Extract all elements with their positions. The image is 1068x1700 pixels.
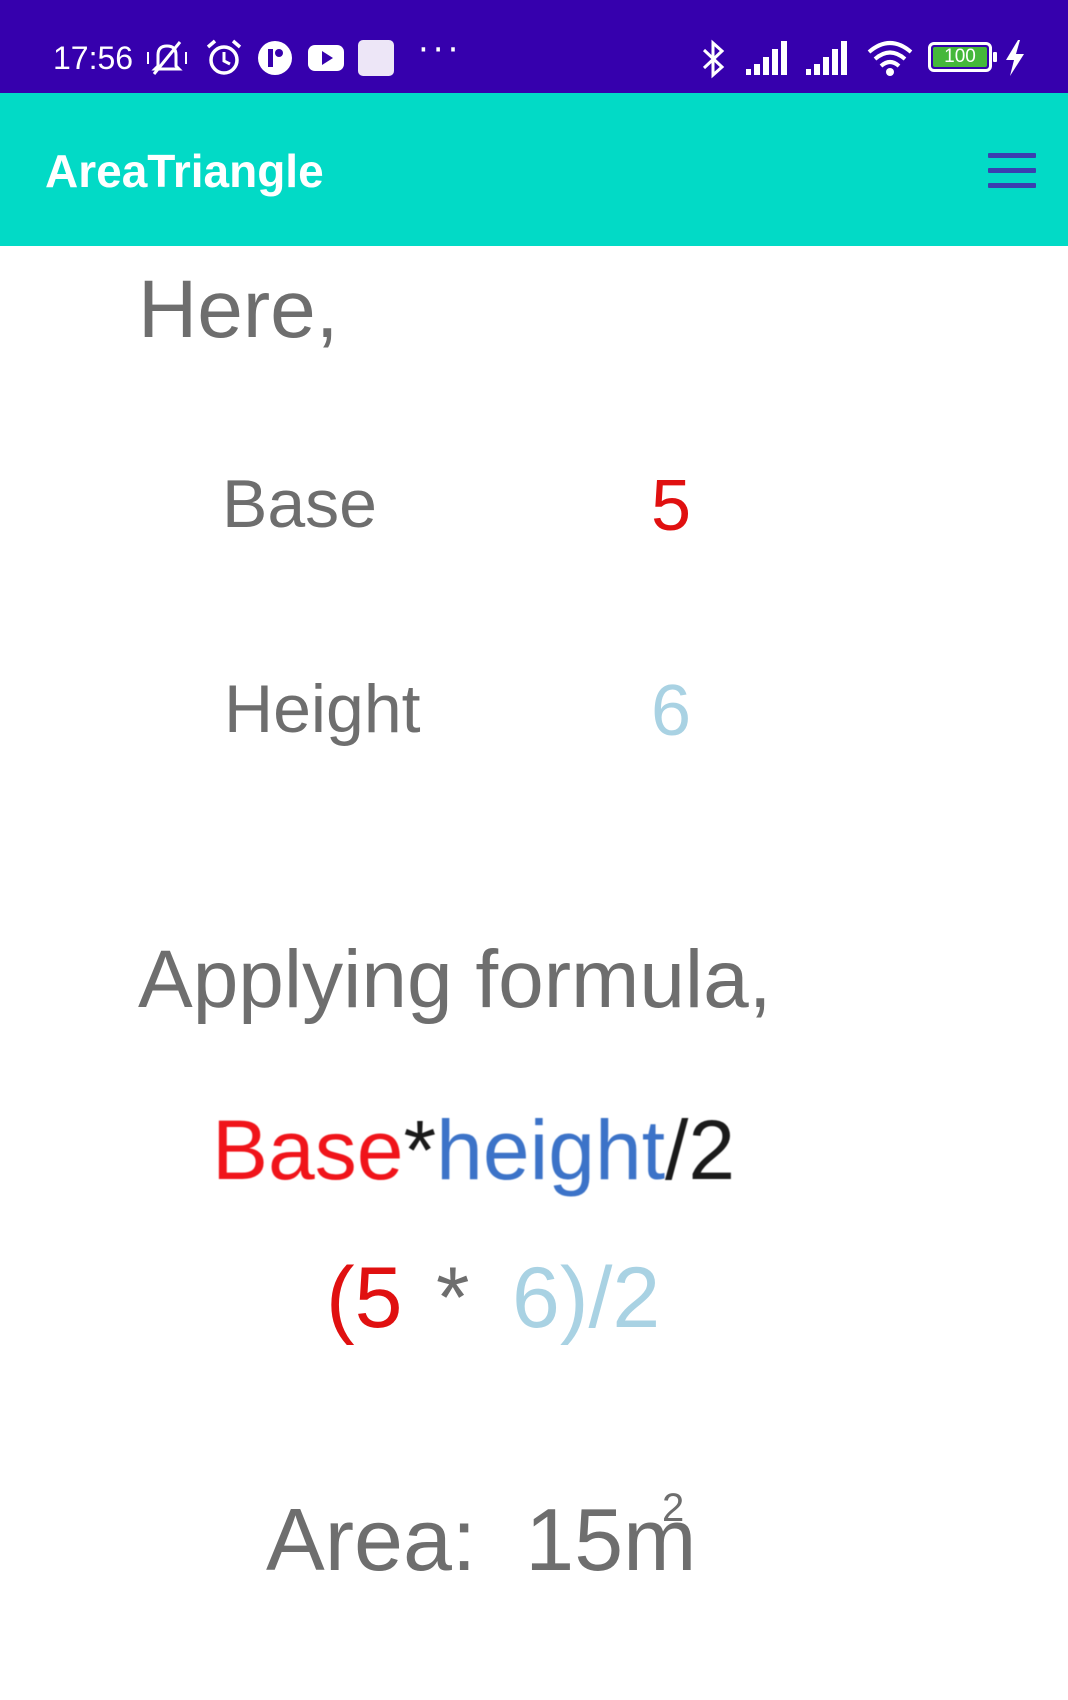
area-result: Area: 15m bbox=[266, 1490, 696, 1590]
battery-level: 100 bbox=[944, 46, 976, 67]
status-time: 17:56 bbox=[53, 40, 134, 76]
wifi-icon bbox=[867, 41, 913, 76]
bluetooth-icon bbox=[702, 39, 725, 79]
height-label: Height bbox=[224, 671, 421, 747]
area-unit-power: 2 bbox=[662, 1486, 685, 1530]
base-label: Base bbox=[222, 466, 377, 542]
battery-icon: 100 bbox=[928, 42, 997, 72]
status-bar: 17:56 ··· 100 bbox=[0, 0, 1068, 93]
youtube-icon bbox=[308, 45, 344, 71]
formula-image: Base*height/2 bbox=[212, 1100, 735, 1200]
app-notification-icon bbox=[258, 41, 292, 75]
signal-2-icon bbox=[806, 41, 847, 75]
formula-height: height bbox=[436, 1103, 666, 1197]
height-value: 6 bbox=[651, 671, 692, 751]
screen: 17:56 ··· 100 AreaTriangle Here, Base 5 … bbox=[0, 0, 1068, 1700]
calc-right: 6)/2 bbox=[512, 1250, 661, 1346]
formula-divide: /2 bbox=[665, 1103, 736, 1197]
base-value: 5 bbox=[651, 466, 692, 546]
alarm-icon bbox=[206, 39, 242, 75]
formula-times: * bbox=[403, 1103, 437, 1197]
intro-text: Here, bbox=[138, 264, 339, 355]
area-label: Area: bbox=[266, 1490, 477, 1589]
charging-icon bbox=[1006, 40, 1024, 76]
app-bar: AreaTriangle bbox=[0, 93, 1068, 246]
calc-operator: * bbox=[436, 1250, 470, 1346]
hamburger-menu-icon[interactable] bbox=[984, 151, 1040, 191]
formula-base: Base bbox=[212, 1103, 404, 1197]
signal-1-icon bbox=[746, 41, 787, 75]
more-notifications-icon: ··· bbox=[418, 30, 463, 70]
square-notification-icon bbox=[358, 40, 394, 76]
app-title: AreaTriangle bbox=[45, 145, 324, 197]
applying-formula-heading: Applying formula, bbox=[138, 934, 772, 1025]
mute-vibrate-icon bbox=[147, 41, 187, 75]
calc-left: (5 bbox=[326, 1250, 403, 1346]
